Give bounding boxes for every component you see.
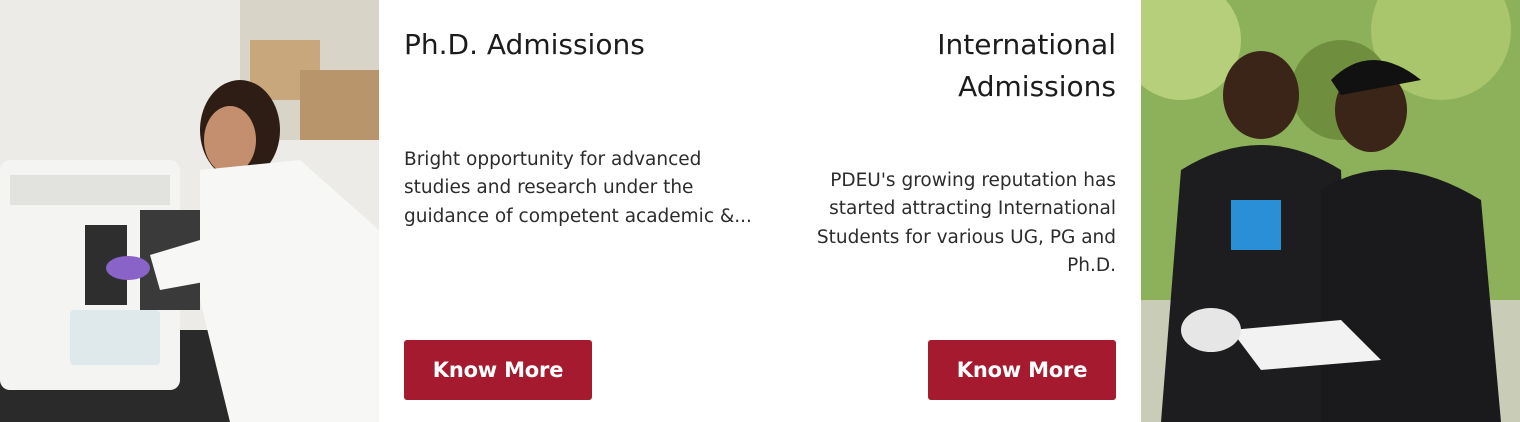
admissions-row: Ph.D. Admissions Bright opportunity for …: [0, 0, 1520, 422]
card-description: PDEU's growing reputation has started at…: [816, 170, 1116, 276]
international-admissions-card: International Admissions PDEU's growing …: [780, 0, 1116, 422]
card-title: Ph.D. Admissions: [404, 28, 645, 61]
students-reading-image: [1141, 0, 1520, 422]
phd-know-more-button[interactable]: Know More: [404, 340, 592, 400]
card-description: Bright opportunity for advanced studies …: [404, 149, 752, 227]
phd-admissions-card: Ph.D. Admissions Bright opportunity for …: [404, 0, 760, 422]
researcher-lab-image: [0, 0, 379, 422]
international-know-more-button[interactable]: Know More: [928, 340, 1116, 400]
card-title: International Admissions: [937, 28, 1116, 103]
